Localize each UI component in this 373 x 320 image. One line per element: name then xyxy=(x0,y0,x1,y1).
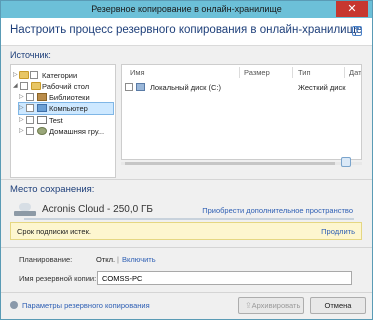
folder-icon xyxy=(31,82,41,90)
title-bar: Резервное копирование в онлайн-хранилище… xyxy=(1,1,372,18)
tree-item-label: Библиотеки xyxy=(49,93,90,102)
checkbox[interactable] xyxy=(26,104,34,112)
scrollbar-thumb[interactable] xyxy=(125,162,335,165)
divider xyxy=(1,247,372,248)
backup-name-input[interactable] xyxy=(97,271,352,285)
subscription-notice: Срок подписки истек. Продлить xyxy=(10,222,362,240)
checkbox[interactable] xyxy=(26,93,34,101)
backup-name-label: Имя резервной копии: xyxy=(19,274,97,283)
storage-usage-bar xyxy=(24,218,354,220)
backup-settings-link[interactable]: Параметры резервного копирования xyxy=(22,301,150,310)
tree-item-categories[interactable]: ▷ Категории xyxy=(13,70,113,81)
checkbox[interactable] xyxy=(125,83,133,91)
library-icon xyxy=(37,93,47,101)
hard-disk-icon xyxy=(136,83,145,91)
divider xyxy=(1,292,372,293)
collapse-icon[interactable]: ◢ xyxy=(13,82,19,89)
column-separator[interactable] xyxy=(344,67,345,78)
source-label: Источник: xyxy=(10,50,51,60)
row-name: Локальный диск (C:) xyxy=(150,83,221,92)
checkbox[interactable] xyxy=(26,127,34,135)
column-separator[interactable] xyxy=(239,67,240,78)
help-icon[interactable]: ? xyxy=(352,26,362,36)
expand-icon[interactable]: ▷ xyxy=(19,104,25,111)
tree-item-desktop[interactable]: ◢ Рабочий стол xyxy=(13,81,113,92)
expand-icon[interactable]: ▷ xyxy=(19,127,25,134)
computer-icon xyxy=(37,104,47,112)
homegroup-icon xyxy=(37,127,47,135)
schedule-label: Планирование: xyxy=(19,255,73,264)
dialog-header: Настроить процесс резервного копирования… xyxy=(1,18,372,46)
archive-icon: ⇪ xyxy=(245,301,252,310)
settings-icon xyxy=(10,301,18,309)
notice-text: Срок подписки истек. xyxy=(17,227,91,236)
cancel-button[interactable]: Отмена xyxy=(310,297,366,314)
horizontal-scrollbar[interactable] xyxy=(121,160,362,166)
checkbox[interactable] xyxy=(26,116,34,124)
column-header-type[interactable]: Тип xyxy=(298,65,311,79)
page-title: Настроить процесс резервного копирования… xyxy=(10,24,363,36)
file-list: Имя Размер Тип Дат Локальный диск (C:) Ж… xyxy=(121,64,362,160)
divider xyxy=(1,179,372,180)
row-type: Жесткий диск xyxy=(298,83,346,92)
enable-schedule-link[interactable]: Включить xyxy=(122,255,156,264)
schedule-separator: | xyxy=(117,255,119,264)
folder-icon xyxy=(19,71,29,79)
tree-item-homegroup[interactable]: ▷ Домашняя гру... xyxy=(19,126,113,137)
tree-item-label: Test xyxy=(49,116,63,125)
column-header-date[interactable]: Дат xyxy=(349,65,361,79)
destination-name[interactable]: Acronis Cloud - 250,0 ГБ xyxy=(42,204,153,215)
buy-space-link[interactable]: Приобрести дополнительное пространство xyxy=(202,206,353,215)
column-header-name[interactable]: Имя xyxy=(130,65,145,79)
archive-button[interactable]: ⇪ Архивировать xyxy=(238,297,304,314)
tree-item-test[interactable]: ▷ Test xyxy=(19,115,113,126)
checkbox[interactable] xyxy=(30,71,38,79)
tree-item-label: Домашняя гру... xyxy=(49,127,105,136)
renew-link[interactable]: Продлить xyxy=(321,227,355,236)
window-title: Резервное копирование в онлайн-хранилище xyxy=(91,4,282,14)
tree-item-label: Категории xyxy=(42,71,78,80)
document-icon xyxy=(37,116,47,124)
tree-item-label: Рабочий стол xyxy=(42,82,90,91)
tree-item-label: Компьютер xyxy=(49,104,88,113)
destination-label: Место сохранения: xyxy=(10,184,95,195)
column-header-size[interactable]: Размер xyxy=(244,65,270,79)
schedule-value: Откл. xyxy=(96,255,116,264)
view-options-button[interactable] xyxy=(341,157,351,167)
backup-dialog: Резервное копирование в онлайн-хранилище… xyxy=(0,0,373,320)
cloud-storage-icon xyxy=(14,202,36,216)
expand-icon[interactable]: ▷ xyxy=(19,93,25,100)
source-tree: ▷ Категории ◢ Рабочий стол ▷ Библиотеки … xyxy=(10,64,116,178)
checkbox[interactable] xyxy=(20,82,28,90)
tree-item-libraries[interactable]: ▷ Библиотеки xyxy=(19,92,113,103)
table-row[interactable]: Локальный диск (C:) Жесткий диск xyxy=(122,82,361,93)
expand-icon[interactable]: ▷ xyxy=(19,116,25,123)
close-button[interactable]: ✕ xyxy=(336,1,368,17)
archive-button-label: Архивировать xyxy=(251,301,301,310)
source-panel: Источник: ▷ Категории ◢ Рабочий стол ▷ Б… xyxy=(10,50,362,178)
column-separator[interactable] xyxy=(292,67,293,78)
destination-panel: Место сохранения: Acronis Cloud - 250,0 … xyxy=(10,184,362,244)
tree-item-computer[interactable]: ▷ Компьютер xyxy=(18,102,114,115)
